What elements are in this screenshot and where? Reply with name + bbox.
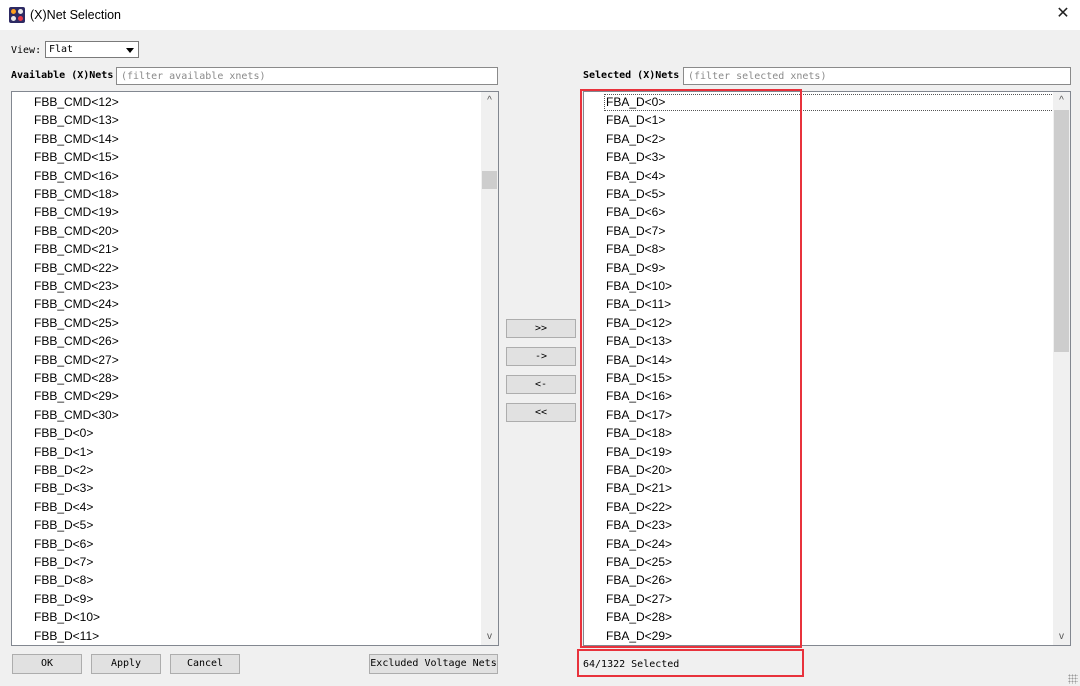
view-label: View: [11,45,42,56]
selected-net-item[interactable]: FBA_D<12> [606,315,672,331]
available-net-item[interactable]: FBB_D<9> [34,591,93,607]
selected-nets-label: Selected (X)Nets [583,70,680,81]
selected-net-item[interactable]: FBA_D<11> [606,296,671,312]
available-nets-list[interactable]: FBB_CMD<12> FBB_CMD<13> FBB_CMD<14> FBB_CMD… [11,91,499,646]
app-icon [9,7,25,23]
remove-button[interactable]: <- [506,375,576,394]
selected-net-item[interactable]: FBA_D<5> [606,186,665,202]
available-nets-label: Available (X)Nets [11,70,114,81]
selected-net-item[interactable]: FBA_D<18> [606,425,672,441]
selected-net-item[interactable]: FBA_D<22> [606,499,672,515]
selected-net-item[interactable]: FBA_D<25> [606,554,672,570]
excluded-voltage-nets-button[interactable]: Excluded Voltage Nets [369,654,498,674]
close-icon[interactable]: ✕ [1052,3,1074,25]
available-net-item[interactable]: FBB_D<7> [34,554,93,570]
remove-all-button[interactable]: << [506,403,576,422]
available-net-item[interactable]: FBB_CMD<14> [34,131,119,147]
available-net-item[interactable]: FBB_CMD<26> [34,333,119,349]
selected-net-item[interactable]: FBA_D<21> [606,480,672,496]
available-net-item[interactable]: FBB_CMD<23> [34,278,119,294]
available-net-item[interactable]: FBB_D<10> [34,609,100,625]
selected-net-item[interactable]: FBA_D<29> [606,628,672,644]
available-scroll-thumb[interactable] [482,171,497,189]
resize-grip-icon[interactable] [1068,674,1078,684]
selected-net-item[interactable]: FBA_D<4> [606,168,665,184]
view-dropdown-value: Flat [49,44,74,55]
available-net-item[interactable]: FBB_CMD<22> [34,260,119,276]
chevron-down-icon[interactable] [126,48,134,53]
selected-net-item[interactable]: FBA_D<0> [606,94,665,110]
selected-net-item[interactable]: FBA_D<16> [606,388,672,404]
selected-net-item[interactable]: FBA_D<27> [606,591,672,607]
available-net-item[interactable]: FBB_CMD<12> [34,94,119,110]
available-net-item[interactable]: FBB_CMD<21> [34,241,119,257]
available-net-item[interactable]: FBB_D<11> [34,628,99,644]
focused-item-outline [604,94,1053,111]
scroll-up-icon[interactable]: ^ [481,92,498,109]
available-net-item[interactable]: FBB_D<8> [34,572,93,588]
scroll-down-icon[interactable]: v [1053,628,1070,645]
selected-net-item[interactable]: FBA_D<20> [606,462,672,478]
cancel-button[interactable]: Cancel [170,654,240,674]
available-net-item[interactable]: FBB_CMD<13> [34,112,119,128]
available-net-item[interactable]: FBB_CMD<19> [34,204,119,220]
selected-net-item[interactable]: FBA_D<1> [606,112,665,128]
available-net-item[interactable]: FBB_CMD<15> [34,149,119,165]
scroll-down-icon[interactable]: v [481,628,498,645]
available-net-item[interactable]: FBB_CMD<28> [34,370,119,386]
selected-net-item[interactable]: FBA_D<3> [606,149,665,165]
selected-net-item[interactable]: FBA_D<24> [606,536,672,552]
selected-net-item[interactable]: FBA_D<13> [606,333,672,349]
available-net-item[interactable]: FBB_CMD<25> [34,315,119,331]
available-net-item[interactable]: FBB_D<3> [34,480,93,496]
selected-scrollbar[interactable]: ^ v [1053,92,1070,645]
selected-net-item[interactable]: FBA_D<9> [606,260,665,276]
selected-filter-input[interactable] [683,67,1071,85]
scroll-up-icon[interactable]: ^ [1053,92,1070,109]
add-all-button[interactable]: >> [506,319,576,338]
view-dropdown[interactable]: Flat [45,41,139,58]
add-button[interactable]: -> [506,347,576,366]
selected-nets-items: FBA_D<0> FBA_D<1> FBA_D<2> FBA_D<3> FBA_D<4>… [584,92,1053,645]
available-net-item[interactable]: FBB_D<6> [34,536,93,552]
available-net-item[interactable]: FBB_CMD<16> [34,168,119,184]
selected-net-item[interactable]: FBA_D<2> [606,131,665,147]
available-net-item[interactable]: FBB_CMD<20> [34,223,119,239]
selected-nets-list[interactable]: FBA_D<0> FBA_D<1> FBA_D<2> FBA_D<3> FBA_D<4>… [583,91,1071,646]
title-bar: (X)Net Selection ✕ [0,0,1080,30]
selected-net-item[interactable]: FBA_D<19> [606,444,672,460]
available-net-item[interactable]: FBB_CMD<24> [34,296,119,312]
selected-net-item[interactable]: FBA_D<15> [606,370,672,386]
selection-status: 64/1322 Selected [583,659,680,670]
selected-net-item[interactable]: FBA_D<17> [606,407,672,423]
available-net-item[interactable]: FBB_D<4> [34,499,93,515]
selected-net-item[interactable]: FBA_D<6> [606,204,665,220]
selected-net-item[interactable]: FBA_D<14> [606,352,672,368]
selected-net-item[interactable]: FBA_D<8> [606,241,665,257]
available-net-item[interactable]: FBB_CMD<30> [34,407,119,423]
available-nets-items: FBB_CMD<12> FBB_CMD<13> FBB_CMD<14> FBB_CMD… [12,92,481,645]
selected-net-item[interactable]: FBA_D<23> [606,517,672,533]
selected-scroll-thumb[interactable] [1054,110,1069,352]
selected-net-item[interactable]: FBA_D<26> [606,572,672,588]
ok-button[interactable]: OK [12,654,82,674]
available-net-item[interactable]: FBB_D<1> [34,444,93,460]
available-net-item[interactable]: FBB_CMD<29> [34,388,119,404]
selected-net-item[interactable]: FBA_D<28> [606,609,672,625]
window-title: (X)Net Selection [30,8,122,22]
available-net-item[interactable]: FBB_D<2> [34,462,93,478]
available-scrollbar[interactable]: ^ v [481,92,498,645]
apply-button[interactable]: Apply [91,654,161,674]
available-filter-input[interactable] [116,67,498,85]
available-net-item[interactable]: FBB_D<0> [34,425,93,441]
selected-net-item[interactable]: FBA_D<7> [606,223,665,239]
selected-net-item[interactable]: FBA_D<10> [606,278,672,294]
available-net-item[interactable]: FBB_CMD<18> [34,186,119,202]
available-net-item[interactable]: FBB_CMD<27> [34,352,119,368]
available-net-item[interactable]: FBB_D<5> [34,517,93,533]
